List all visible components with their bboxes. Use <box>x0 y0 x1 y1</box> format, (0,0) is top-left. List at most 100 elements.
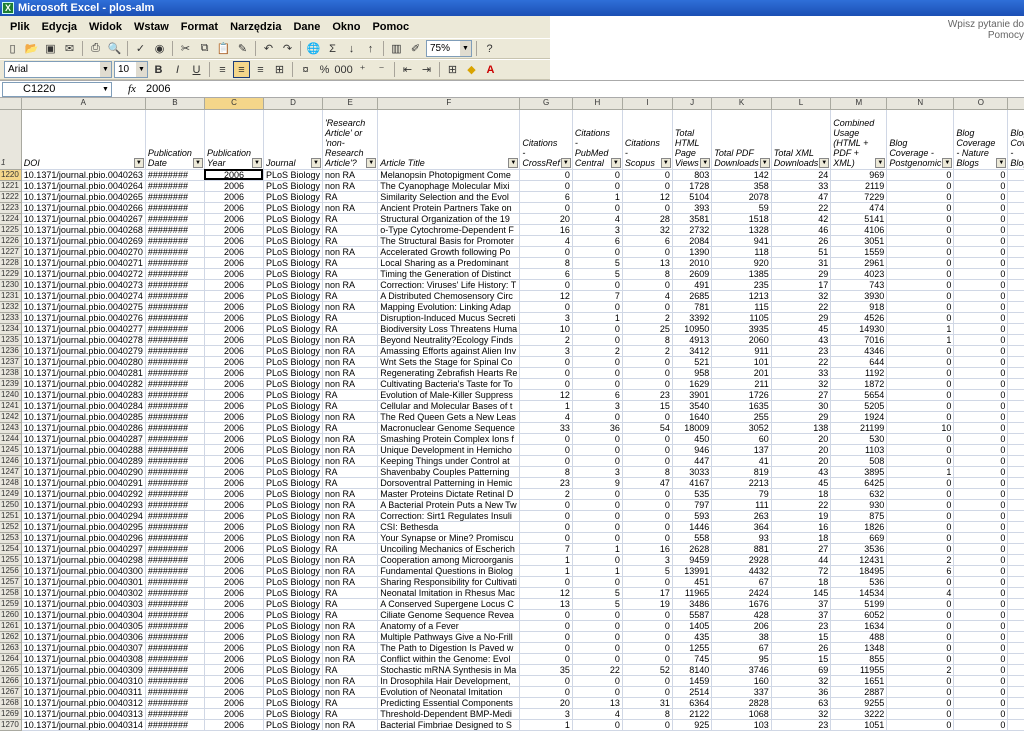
cell-p[interactable]: 0 <box>1007 191 1024 203</box>
cell-p[interactable]: 0 <box>1007 554 1024 566</box>
cell-title[interactable]: A Conserved Supergene Locus C <box>377 598 521 610</box>
cell-doi[interactable]: 10.1371/journal.pbio.0040314 <box>21 719 146 731</box>
cell-o[interactable]: 0 <box>953 543 1009 555</box>
cell-journal[interactable]: PLoS Biology <box>263 268 324 280</box>
cell-type[interactable]: RA <box>322 587 379 599</box>
cell-type[interactable]: non RA <box>322 180 379 192</box>
cell-k[interactable]: 3746 <box>711 664 772 676</box>
menu-okno[interactable]: Okno <box>326 21 366 33</box>
row-header[interactable]: 1222 <box>0 191 22 203</box>
row-header[interactable]: 1228 <box>0 257 22 269</box>
cell-type[interactable]: non RA <box>322 521 379 533</box>
row-header[interactable]: 1234 <box>0 323 22 335</box>
function-icon[interactable]: fx <box>128 83 136 95</box>
cut-icon[interactable]: ✂ <box>177 40 194 57</box>
cell-j[interactable]: 593 <box>672 510 713 522</box>
cell-doi[interactable]: 10.1371/journal.pbio.0040276 <box>21 312 146 324</box>
cell-j[interactable]: 3033 <box>672 466 713 478</box>
cell-n2[interactable]: 0 <box>886 642 955 654</box>
cell-doi[interactable]: 10.1371/journal.pbio.0040286 <box>21 422 146 434</box>
cell-g[interactable]: 20 <box>519 697 573 709</box>
menu-pomoc[interactable]: Pomoc <box>366 21 415 33</box>
cell-n2[interactable]: 0 <box>886 268 955 280</box>
cell-k[interactable]: 95 <box>711 653 772 665</box>
cell-title[interactable]: Predicting Essential Components <box>377 697 521 709</box>
cell-o[interactable]: 0 <box>953 356 1009 368</box>
cell-k[interactable]: 1676 <box>711 598 772 610</box>
cell-year[interactable]: 2006 <box>204 312 264 324</box>
cell-g[interactable]: 0 <box>519 675 573 687</box>
cell-date[interactable]: ######## <box>145 653 205 665</box>
cell-p[interactable]: 0 <box>1007 466 1024 478</box>
cell-doi[interactable]: 10.1371/journal.pbio.0040274 <box>21 290 146 302</box>
cell-doi[interactable]: 10.1371/journal.pbio.0040302 <box>21 587 146 599</box>
cell-type[interactable]: non RA <box>322 356 379 368</box>
cell-m[interactable]: 530 <box>830 433 888 445</box>
cell-g[interactable]: 2 <box>519 488 573 500</box>
cell-date[interactable]: ######## <box>145 477 205 489</box>
row-header[interactable]: 1242 <box>0 411 22 423</box>
cell-p[interactable]: 0 <box>1007 708 1024 720</box>
cell-title[interactable]: Timing the Generation of Distinct <box>377 268 521 280</box>
cell-p[interactable]: 0 <box>1007 719 1024 731</box>
row-header[interactable]: 1257 <box>0 576 22 588</box>
cell-l[interactable]: 15 <box>771 653 832 665</box>
cell-date[interactable]: ######## <box>145 389 205 401</box>
cell-p[interactable]: 0 <box>1007 411 1024 423</box>
cell-p[interactable]: 0 <box>1007 532 1024 544</box>
cell-l[interactable]: 27 <box>771 543 832 555</box>
cell-h[interactable]: 6 <box>572 389 623 401</box>
row-header[interactable]: 1254 <box>0 543 22 555</box>
cell-doi[interactable]: 10.1371/journal.pbio.0040313 <box>21 708 146 720</box>
cell-doi[interactable]: 10.1371/journal.pbio.0040292 <box>21 488 146 500</box>
bold-icon[interactable]: B <box>150 61 167 78</box>
cell-year[interactable]: 2006 <box>204 246 264 258</box>
cell-doi[interactable]: 10.1371/journal.pbio.0040297 <box>21 543 146 555</box>
cell-title[interactable]: CSI: Bethesda <box>377 521 521 533</box>
cell-type[interactable]: non RA <box>322 411 379 423</box>
cell-o[interactable]: 0 <box>953 444 1009 456</box>
cell-type[interactable]: non RA <box>322 246 379 258</box>
cell-g[interactable]: 16 <box>519 224 573 236</box>
cell-g[interactable]: 0 <box>519 642 573 654</box>
cell-i[interactable]: 52 <box>622 664 673 676</box>
cell-o[interactable]: 0 <box>953 224 1009 236</box>
cell-n2[interactable]: 0 <box>886 653 955 665</box>
cell-type[interactable]: RA <box>322 598 379 610</box>
cell-j[interactable]: 9459 <box>672 554 713 566</box>
cell-l[interactable]: 29 <box>771 312 832 324</box>
cell-year[interactable]: 2006 <box>204 180 264 192</box>
row-header[interactable]: 1231 <box>0 290 22 302</box>
cell-year[interactable]: 2006 <box>204 510 264 522</box>
cell-type[interactable]: non RA <box>322 301 379 313</box>
cell-year[interactable]: 2006 <box>204 587 264 599</box>
cell-year[interactable]: 2006 <box>204 675 264 687</box>
cell-g[interactable]: 1 <box>519 565 573 577</box>
cell-n2[interactable]: 0 <box>886 488 955 500</box>
cell-o[interactable]: 0 <box>953 290 1009 302</box>
cell-l[interactable]: 69 <box>771 664 832 676</box>
cell-h[interactable]: 0 <box>572 455 623 467</box>
comma-style-icon[interactable]: 000 <box>334 61 352 78</box>
cell-year[interactable]: 2006 <box>204 323 264 335</box>
cell-type[interactable]: RA <box>322 477 379 489</box>
cell-i[interactable]: 0 <box>622 246 673 258</box>
cell-p[interactable]: 0 <box>1007 202 1024 214</box>
cell-n2[interactable]: 0 <box>886 290 955 302</box>
cell-p[interactable]: 0 <box>1007 246 1024 258</box>
print-icon[interactable]: ⎙ <box>87 40 104 57</box>
cell-j[interactable]: 535 <box>672 488 713 500</box>
cell-l[interactable]: 22 <box>771 202 832 214</box>
cell-journal[interactable]: PLoS Biology <box>263 620 324 632</box>
cell-o[interactable]: 0 <box>953 257 1009 269</box>
cell-date[interactable]: ######## <box>145 675 205 687</box>
font-name-select[interactable]: Arial ▼ <box>4 61 112 78</box>
cell-date[interactable]: ######## <box>145 554 205 566</box>
cell-j[interactable]: 3901 <box>672 389 713 401</box>
cell-journal[interactable]: PLoS Biology <box>263 422 324 434</box>
cell-doi[interactable]: 10.1371/journal.pbio.0040300 <box>21 565 146 577</box>
cell-year[interactable]: 2006 <box>204 191 264 203</box>
cell-j[interactable]: 4167 <box>672 477 713 489</box>
cell-h[interactable]: 1 <box>572 543 623 555</box>
cell-i[interactable]: 6 <box>622 235 673 247</box>
